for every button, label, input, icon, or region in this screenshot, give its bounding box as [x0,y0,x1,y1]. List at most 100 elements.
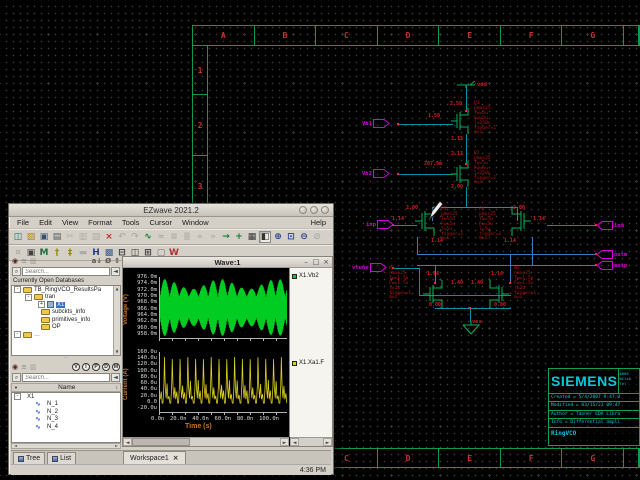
menu-item[interactable]: File [12,218,34,227]
wire[interactable] [466,187,467,208]
panel-toggle-icon[interactable]: ◧ [259,231,271,243]
scroll-left-icon[interactable]: ◄ [290,438,299,446]
print-icon[interactable]: ▤ [51,231,63,243]
expander-icon[interactable]: + [38,301,45,308]
paste-icon[interactable]: ▧ [90,231,102,243]
menu-item[interactable]: Cursor [144,218,177,227]
scroll-up-icon[interactable]: ▲ [114,286,120,292]
name-column-header[interactable]: ▼ Name ↕ [11,383,121,392]
plot-hscrollbar[interactable]: ◄ ► [123,437,289,446]
scroll-left-icon[interactable]: ◄ [12,444,19,448]
wire[interactable] [417,237,418,255]
menu-item[interactable]: Tools [117,218,145,227]
minimize-icon[interactable]: – [302,258,310,266]
sort-both-icon[interactable]: ↕ [116,385,119,391]
expander-icon[interactable]: - [25,294,32,301]
db-refresh-icon[interactable]: ◉ [12,258,18,265]
tree-item[interactable]: - TB_RingVCO_ResultsPa [12,286,120,294]
port-inm[interactable]: inm [596,221,624,230]
wave-title-bar[interactable]: Wave:1 –□× [123,257,332,268]
port-outm[interactable]: outm [596,250,627,259]
signal-duplicate-icon[interactable]: ▥ [30,364,37,371]
signal-hscrollbar[interactable]: ◄ ► [11,443,121,449]
menu-item[interactable]: Format [83,218,117,227]
pmos-p1-symbol[interactable] [451,108,471,134]
scroll-left-icon[interactable]: ◄ [123,438,132,446]
expander-icon[interactable]: - [14,393,21,400]
tree-item[interactable]: primitives_info [12,316,120,324]
signal-refresh-icon[interactable]: ◉ [12,364,18,371]
close-icon[interactable]: × [173,455,179,462]
minimize-button[interactable] [299,206,307,214]
zoom-out-icon[interactable]: ⊖ [298,231,310,243]
cut-icon[interactable]: ✂ [64,231,76,243]
maximize-button[interactable] [310,206,318,214]
scroll-right-icon[interactable]: ► [280,438,289,446]
close-icon[interactable]: × [322,258,330,266]
expander-icon[interactable]: - [14,286,21,293]
signal-item[interactable]: N_1 [12,401,120,409]
delete-icon[interactable]: × [103,231,115,243]
wire[interactable] [419,268,420,296]
filter-icon[interactable]: Ø [105,258,111,265]
port-outp[interactable]: outp [596,261,627,270]
scrollbar-thumb[interactable] [132,438,190,446]
zoom-area-icon[interactable]: ⊡ [285,231,297,243]
new-chart-icon[interactable]: ∿ [142,231,154,243]
tree-item[interactable]: - … [12,331,120,339]
menu-item[interactable]: View [57,218,83,227]
collapse-icon[interactable]: ◄ [111,267,120,276]
strip-chart-icon[interactable]: ≣ [181,231,193,243]
signal-item[interactable]: N_4 [12,423,120,431]
panel-tab[interactable]: Tree [13,452,45,464]
tree-item[interactable]: OP [12,324,120,332]
vdd-symbol[interactable] [455,80,477,88]
search-icon[interactable]: ⌕ [12,267,21,276]
previous-view-icon[interactable]: « [194,231,206,243]
plot-panel[interactable]: Voltage (V) 976.0m974.0m972.0m970.0m968.… [123,268,289,437]
open-folder-icon[interactable]: ▨ [25,231,37,243]
port-vb1[interactable]: Vb1 [362,119,390,128]
signal-search-input[interactable] [22,373,110,382]
voltage-plot[interactable] [159,277,287,339]
scroll-right-icon[interactable]: ► [113,444,120,448]
close-button[interactable] [321,206,329,214]
zoom-pointer-icon[interactable]: ⊘ [311,231,323,243]
expander-icon[interactable]: - [14,331,21,338]
restore-icon[interactable]: □ [312,258,320,266]
sort-toggle-icon[interactable]: ↕ [114,258,120,265]
signal-type-button[interactable]: I [82,363,90,371]
redo-icon[interactable]: ↷ [129,231,141,243]
port-vtune[interactable]: vtune [352,263,387,272]
tree-item[interactable]: + X1 [12,301,120,309]
menu-item[interactable]: Window [177,218,214,227]
workspace-tab[interactable]: Workspace1 × [123,451,186,464]
signal-type-button[interactable]: M [112,363,120,371]
tree-item[interactable]: - tran [12,294,120,302]
wire[interactable] [399,124,453,125]
wire[interactable] [435,308,511,309]
legend-entry[interactable]: X1.Vb2 [292,273,319,279]
signal-item[interactable]: - X1 [12,393,120,401]
legend-entry[interactable]: X1.Xa1.F [292,360,324,366]
sort-ascending-icon[interactable]: a↓ [92,258,103,265]
collapse-icon[interactable]: ◄ [111,373,120,382]
menu-item-help[interactable]: Help [307,218,330,227]
db-list-icon[interactable]: ≡ [21,258,27,265]
wire[interactable] [399,174,453,175]
db-scrollbar[interactable]: ▲ ▼ [113,286,120,355]
wire[interactable] [417,265,597,266]
current-plot[interactable] [159,352,287,413]
port-vb2[interactable]: Vb2 [362,169,390,178]
pan-icon[interactable]: + [233,231,245,243]
database-search-input[interactable] [22,267,110,276]
zoom-in-icon[interactable]: ⊕ [272,231,284,243]
next-view-icon[interactable]: » [207,231,219,243]
panel-tab[interactable]: List [47,452,76,464]
stack-chart-icon[interactable]: ≡ [168,231,180,243]
search-icon[interactable]: ⌕ [12,373,21,382]
legend-hscrollbar[interactable]: ◄ ► [290,437,332,446]
wire[interactable] [393,225,417,226]
wave-window[interactable]: Wave:1 –□× Voltage (V) 976.0m974.0m972.0… [122,256,333,447]
signal-item[interactable]: N_2 [12,408,120,416]
